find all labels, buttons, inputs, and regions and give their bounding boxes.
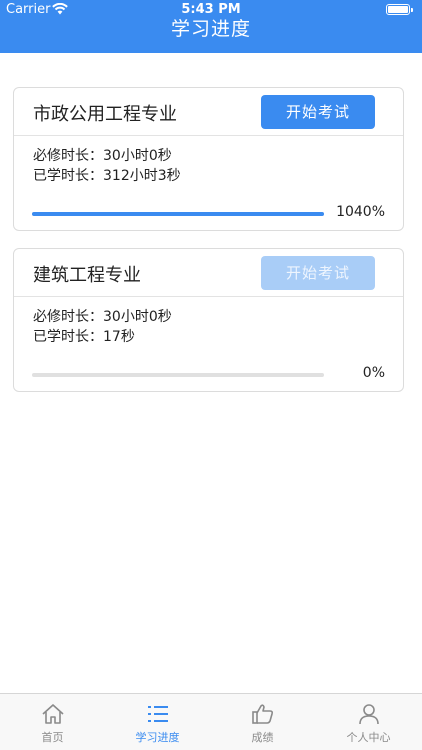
tab-label: 学习进度 (135, 731, 180, 744)
required-duration-label: 必修时长： (33, 148, 103, 164)
progress-track (32, 212, 324, 216)
tab-home[interactable]: 首页 (0, 694, 105, 750)
required-duration-label: 必修时长： (33, 309, 103, 325)
home-icon (41, 704, 64, 724)
progress-percent: 0% (362, 365, 385, 381)
list-icon (147, 706, 168, 722)
progress-row: 0% (32, 365, 385, 385)
course-card-header: 市政公用工程专业 开始考试 (14, 88, 403, 136)
tab-study-progress[interactable]: 学习进度 (105, 694, 210, 750)
progress-row: 1040% (32, 204, 385, 224)
studied-duration: 已学时长：17秒 (33, 327, 403, 347)
tab-label: 个人中心 (346, 731, 391, 744)
progress-percent: 1040% (336, 204, 385, 220)
page-title: 学习进度 (170, 18, 251, 40)
studied-duration-label: 已学时长： (33, 329, 103, 345)
progress-bar (32, 212, 324, 216)
studied-duration-value: 312小时3秒 (103, 168, 181, 184)
thumbs-up-icon (251, 704, 273, 724)
course-title: 市政公用工程专业 (33, 104, 177, 125)
course-info: 必修时长：30小时0秒 已学时长：17秒 (14, 297, 403, 347)
start-exam-button[interactable]: 开始考试 (261, 256, 375, 290)
required-duration: 必修时长：30小时0秒 (33, 146, 403, 166)
tab-label: 首页 (41, 731, 64, 744)
studied-duration: 已学时长：312小时3秒 (33, 166, 403, 186)
navigation-bar: Carrier 5:43 PM 学习进度 (0, 0, 422, 53)
tab-label: 成绩 (251, 731, 274, 744)
tab-profile[interactable]: 个人中心 (315, 694, 422, 750)
tab-bar: 首页 学习进度 成绩 个人中心 (0, 693, 422, 750)
course-card-header: 建筑工程专业 开始考试 (14, 249, 403, 297)
progress-track (32, 373, 324, 377)
course-card: 建筑工程专业 开始考试 必修时长：30小时0秒 已学时长：17秒 0% (13, 248, 404, 392)
required-duration-value: 30小时0秒 (103, 148, 172, 164)
user-icon (358, 704, 379, 725)
tab-scores[interactable]: 成绩 (210, 694, 315, 750)
course-info: 必修时长：30小时0秒 已学时长：312小时3秒 (14, 136, 403, 186)
start-exam-button[interactable]: 开始考试 (261, 95, 375, 129)
required-duration: 必修时长：30小时0秒 (33, 307, 403, 327)
studied-duration-label: 已学时长： (33, 168, 103, 184)
course-title: 建筑工程专业 (33, 265, 141, 286)
required-duration-value: 30小时0秒 (103, 309, 172, 325)
studied-duration-value: 17秒 (103, 329, 135, 345)
course-card: 市政公用工程专业 开始考试 必修时长：30小时0秒 已学时长：312小时3秒 1… (13, 87, 404, 231)
